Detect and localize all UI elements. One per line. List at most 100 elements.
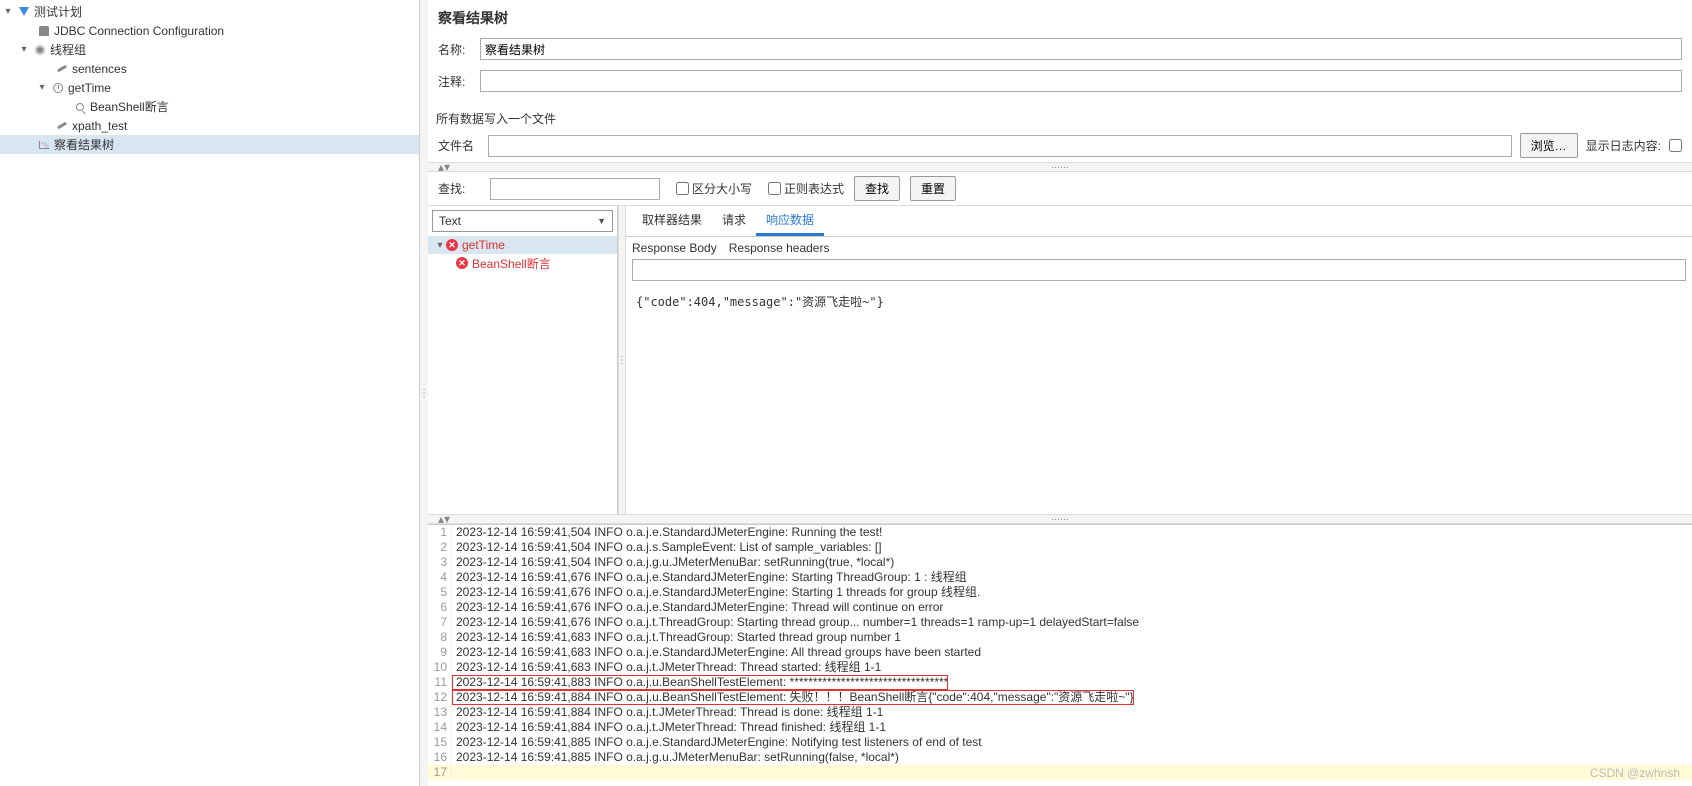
- log-line-text: 2023-12-14 16:59:41,683 INFO o.a.j.t.Thr…: [452, 630, 901, 645]
- log-splitter[interactable]: ▴▾⋯⋯: [428, 514, 1692, 524]
- toggle-icon[interactable]: ▾: [2, 6, 14, 17]
- log-line-text: 2023-12-14 16:59:41,884 INFO o.a.j.t.JMe…: [452, 705, 883, 720]
- result-sample[interactable]: ▾ ✕ getTime: [428, 236, 617, 254]
- log-line-number: 1: [428, 525, 452, 540]
- tree-label: sentences: [72, 62, 127, 76]
- tree-label: BeanShell断言: [90, 98, 169, 115]
- mid-vertical-splitter[interactable]: ⋮: [618, 206, 626, 514]
- log-row: 22023-12-14 16:59:41,504 INFO o.a.j.s.Sa…: [428, 540, 1692, 555]
- tree-beanshell[interactable]: BeanShell断言: [0, 97, 419, 116]
- comment-input[interactable]: [480, 70, 1682, 92]
- error-icon: ✕: [446, 239, 458, 251]
- gear-icon: [33, 43, 47, 57]
- vertical-splitter[interactable]: ⋮: [420, 0, 428, 786]
- log-line-text: 2023-12-14 16:59:41,504 INFO o.a.j.s.Sam…: [452, 540, 882, 555]
- log-line-text: 2023-12-14 16:59:41,676 INFO o.a.j.e.Sta…: [452, 585, 980, 600]
- horizontal-splitter[interactable]: ▴▾⋯⋯: [428, 162, 1692, 172]
- log-line-text: 2023-12-14 16:59:41,885 INFO o.a.j.e.Sta…: [452, 735, 982, 750]
- log-line-number: 17: [428, 765, 452, 780]
- file-label: 文件名: [438, 137, 480, 154]
- reset-button[interactable]: 重置: [910, 176, 956, 201]
- log-line-text: 2023-12-14 16:59:41,504 INFO o.a.j.g.u.J…: [452, 555, 894, 570]
- db-icon: [37, 24, 51, 38]
- log-row: 12023-12-14 16:59:41,504 INFO o.a.j.e.St…: [428, 525, 1692, 540]
- tree-label: 测试计划: [34, 3, 82, 20]
- clock-icon: [51, 81, 65, 95]
- subtab-headers[interactable]: Response headers: [729, 241, 830, 255]
- tree-label: 线程组: [50, 41, 86, 58]
- response-tabs: 取样器结果 请求 响应数据: [626, 206, 1692, 237]
- name-input[interactable]: [480, 38, 1682, 60]
- type-select[interactable]: Text ▼: [432, 210, 613, 232]
- tree-root[interactable]: ▾ 测试计划: [0, 2, 419, 21]
- tree-xpath[interactable]: xpath_test: [0, 116, 419, 135]
- showlog-label: 显示日志内容:: [1586, 137, 1661, 154]
- showlog-checkbox[interactable]: [1669, 139, 1682, 152]
- log-line-number: 11: [428, 675, 452, 690]
- subtab-body[interactable]: Response Body: [632, 241, 717, 255]
- log-line-number: 6: [428, 600, 452, 615]
- log-line-text: 2023-12-14 16:59:41,676 INFO o.a.j.e.Sta…: [452, 570, 967, 585]
- log-line-number: 15: [428, 735, 452, 750]
- wrench-icon: [55, 119, 69, 133]
- log-line-text: 2023-12-14 16:59:41,884 INFO o.a.j.u.Bea…: [452, 690, 1134, 705]
- search-input[interactable]: [490, 178, 660, 200]
- response-body[interactable]: {"code":404,"message":"资源飞走啦~"}: [626, 287, 1692, 514]
- tree-results[interactable]: 察看结果树: [0, 135, 419, 154]
- wrench-icon: [55, 62, 69, 76]
- log-line-number: 9: [428, 645, 452, 660]
- log-row: 122023-12-14 16:59:41,884 INFO o.a.j.u.B…: [428, 690, 1692, 705]
- log-row: 162023-12-14 16:59:41,885 INFO o.a.j.g.u…: [428, 750, 1692, 765]
- log-line-text: [452, 765, 456, 780]
- log-row: 32023-12-14 16:59:41,504 INFO o.a.j.g.u.…: [428, 555, 1692, 570]
- type-select-value: Text: [439, 214, 461, 228]
- result-label: getTime: [462, 238, 505, 252]
- log-row: 52023-12-14 16:59:41,676 INFO o.a.j.e.St…: [428, 585, 1692, 600]
- log-row: 82023-12-14 16:59:41,683 INFO o.a.j.t.Th…: [428, 630, 1692, 645]
- case-checkbox[interactable]: [676, 182, 689, 195]
- tab-response[interactable]: 响应数据: [756, 206, 824, 236]
- tree-label: JDBC Connection Configuration: [54, 24, 224, 38]
- log-lines[interactable]: 12023-12-14 16:59:41,504 INFO o.a.j.e.St…: [428, 525, 1692, 786]
- search-button[interactable]: 查找: [854, 176, 900, 201]
- magnify-icon: [73, 100, 87, 114]
- toggle-icon[interactable]: ▾: [36, 82, 48, 93]
- regex-checkbox[interactable]: [768, 182, 781, 195]
- log-row: 142023-12-14 16:59:41,884 INFO o.a.j.t.J…: [428, 720, 1692, 735]
- file-section-title: 所有数据写入一个文件: [428, 106, 1692, 129]
- log-line-text: 2023-12-14 16:59:41,884 INFO o.a.j.t.JMe…: [452, 720, 886, 735]
- result-label: BeanShell断言: [472, 255, 551, 272]
- browse-button[interactable]: 浏览…: [1520, 133, 1578, 158]
- log-line-text: 2023-12-14 16:59:41,676 INFO o.a.j.e.Sta…: [452, 600, 943, 615]
- tab-request[interactable]: 请求: [712, 206, 756, 236]
- tree-gettime[interactable]: ▾ getTime: [0, 78, 419, 97]
- tree-sentences[interactable]: sentences: [0, 59, 419, 78]
- log-line-text: 2023-12-14 16:59:41,676 INFO o.a.j.t.Thr…: [452, 615, 1139, 630]
- tree-label: 察看结果树: [54, 136, 114, 153]
- log-line-number: 2: [428, 540, 452, 555]
- log-line-number: 4: [428, 570, 452, 585]
- tree-threadgroup[interactable]: ▾ 线程组: [0, 40, 419, 59]
- log-line-text: 2023-12-14 16:59:41,683 INFO o.a.j.t.JMe…: [452, 660, 881, 675]
- log-panel: 12023-12-14 16:59:41,504 INFO o.a.j.e.St…: [428, 524, 1692, 786]
- tree-label: getTime: [68, 81, 111, 95]
- tree-jdbc[interactable]: JDBC Connection Configuration: [0, 21, 419, 40]
- flask-icon: [17, 5, 31, 19]
- result-assertion[interactable]: ✕ BeanShell断言: [428, 254, 617, 272]
- name-label: 名称:: [438, 41, 480, 58]
- log-row: 17: [428, 765, 1692, 780]
- toggle-icon[interactable]: ▾: [434, 240, 446, 251]
- log-line-text: 2023-12-14 16:59:41,883 INFO o.a.j.u.Bea…: [452, 675, 948, 690]
- response-filter-input[interactable]: [632, 259, 1686, 281]
- log-row: 92023-12-14 16:59:41,683 INFO o.a.j.e.St…: [428, 645, 1692, 660]
- regex-label: 正则表达式: [784, 180, 844, 197]
- tab-sampler[interactable]: 取样器结果: [632, 206, 712, 236]
- toggle-icon[interactable]: ▾: [18, 44, 30, 55]
- file-input[interactable]: [488, 135, 1512, 157]
- test-plan-tree[interactable]: ▾ 测试计划 JDBC Connection Configuration ▾ 线…: [0, 0, 420, 786]
- log-line-number: 14: [428, 720, 452, 735]
- log-row: 62023-12-14 16:59:41,676 INFO o.a.j.e.St…: [428, 600, 1692, 615]
- log-row: 72023-12-14 16:59:41,676 INFO o.a.j.t.Th…: [428, 615, 1692, 630]
- log-line-text: 2023-12-14 16:59:41,683 INFO o.a.j.e.Sta…: [452, 645, 981, 660]
- log-line-number: 16: [428, 750, 452, 765]
